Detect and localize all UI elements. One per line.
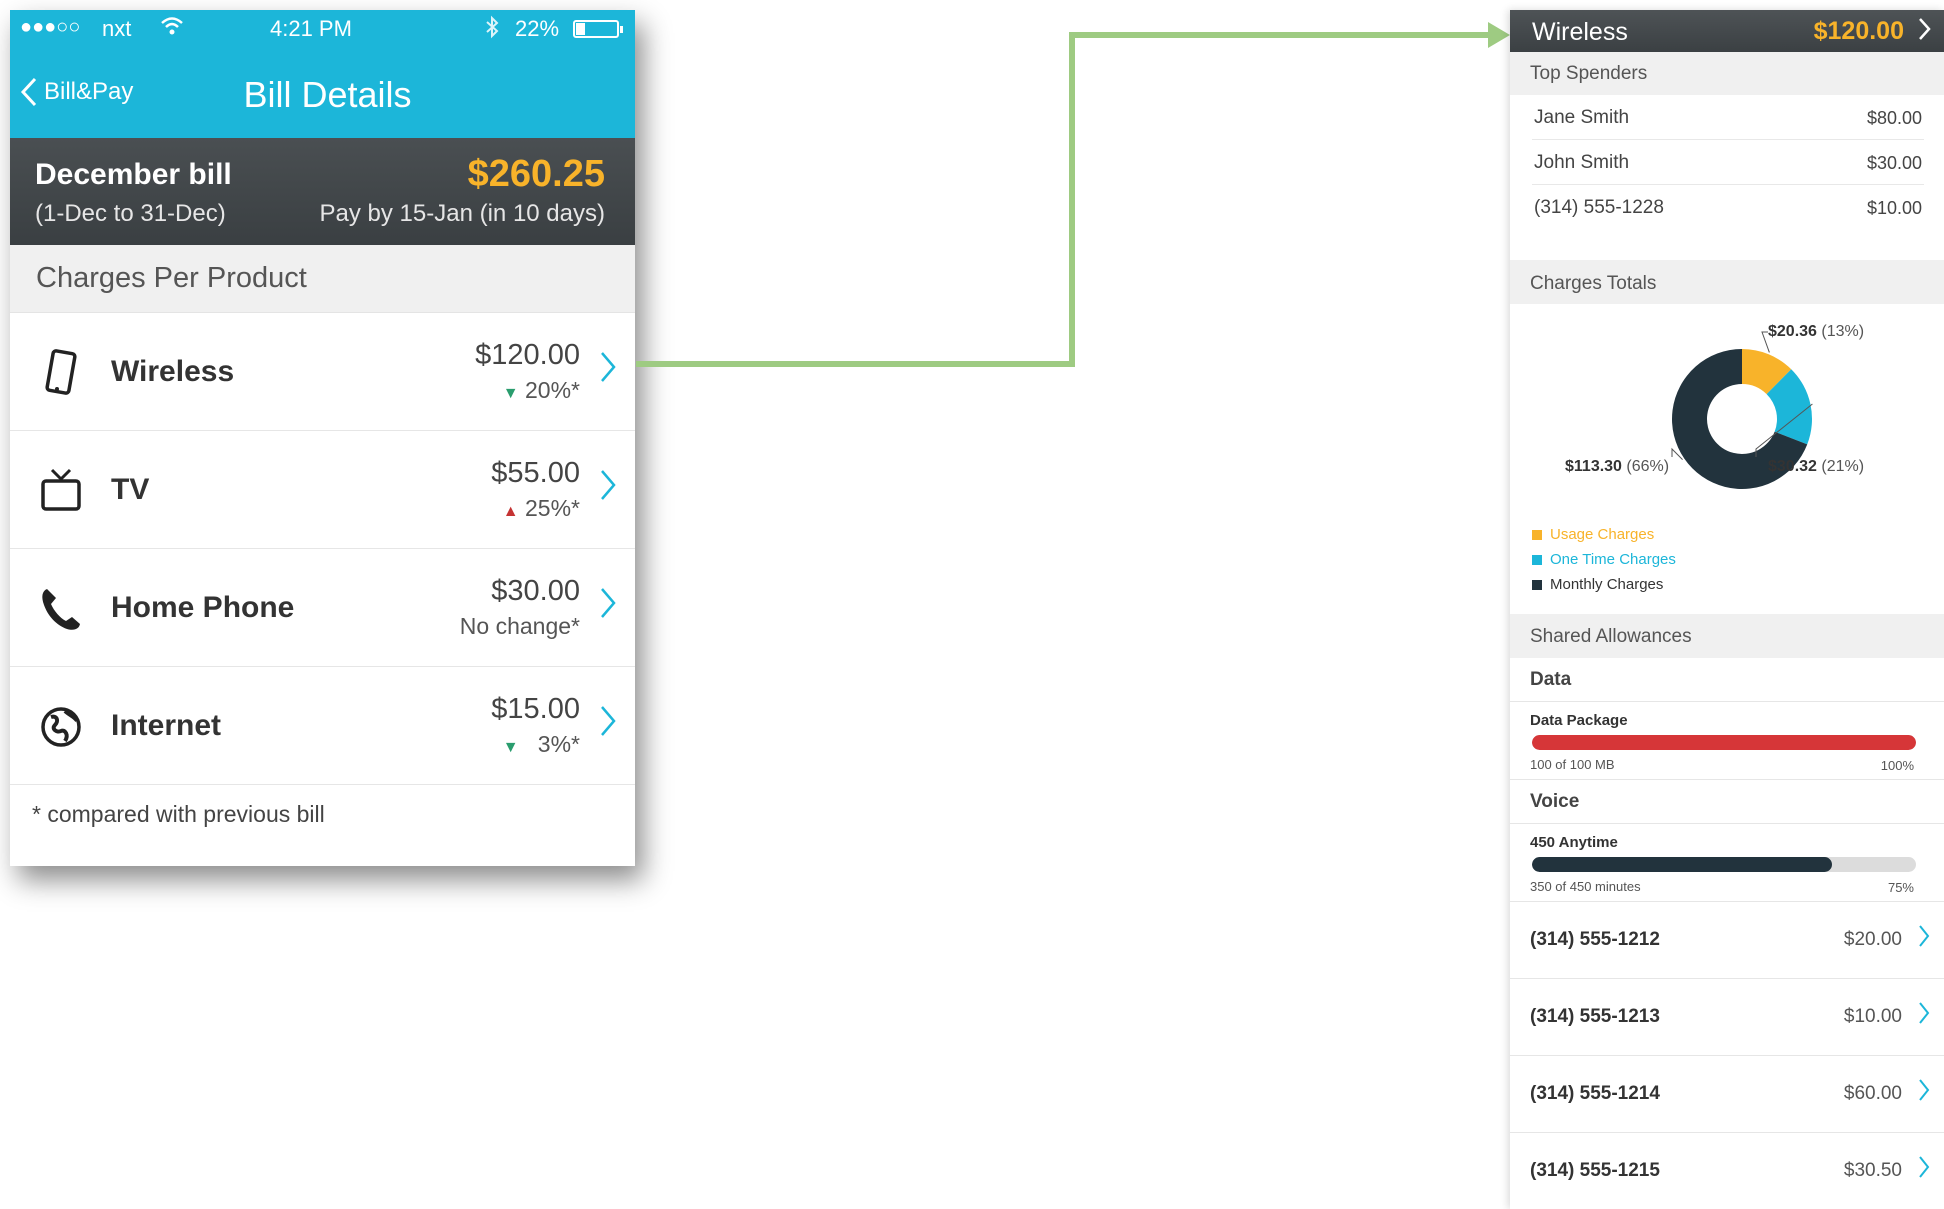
usage-progress-fill — [1532, 735, 1916, 750]
line-number: (314) 555-1214 — [1530, 1083, 1660, 1104]
spender-row: John Smith $30.00 — [1532, 140, 1924, 185]
legend-label: One Time Charges — [1550, 551, 1676, 568]
legend-item: One Time Charges — [1532, 547, 1676, 572]
allowance-name: Data Package — [1530, 712, 1628, 729]
line-amount: $60.00 — [1843, 1083, 1902, 1104]
spender-row: (314) 555-1228 $10.00 — [1532, 185, 1924, 230]
allowance-name: 450 Anytime — [1530, 834, 1618, 851]
allowance-usage: 350 of 450 minutes — [1530, 879, 1641, 894]
spender-name: John Smith — [1534, 152, 1630, 173]
wireless-detail-panel: Wireless $120.00 Top Spenders Jane Smith… — [1510, 10, 1944, 1209]
usage-progress-fill — [1532, 857, 1832, 872]
line-amount: $20.00 — [1843, 929, 1902, 950]
spender-name: Jane Smith — [1534, 107, 1630, 128]
arrow-head-icon — [1488, 22, 1510, 48]
voice-package-allowance: 450 Anytime 350 of 450 minutes 75% — [1510, 824, 1944, 902]
spender-amount: $80.00 — [1866, 108, 1922, 128]
line-number: (314) 555-1215 — [1530, 1160, 1660, 1181]
legend-item: Usage Charges — [1532, 522, 1676, 547]
phone-line-row[interactable]: (314) 555-1212 $20.00 — [1510, 902, 1944, 979]
legend-swatch — [1532, 579, 1542, 590]
spender-row: Jane Smith $80.00 — [1532, 95, 1924, 140]
chevron-right-icon — [1918, 923, 1930, 956]
slice-label: $30.32 (21%) — [1768, 458, 1864, 475]
top-spenders-header: Top Spenders — [1510, 52, 1944, 95]
phone-line-row[interactable]: (314) 555-1215 $30.50 — [1510, 1133, 1944, 1209]
slice-label: $113.30 (66%) — [1565, 458, 1669, 475]
allowance-usage: 100 of 100 MB — [1530, 757, 1615, 772]
panel-title: Wireless — [1532, 18, 1628, 46]
legend-swatch — [1532, 529, 1542, 540]
usage-progress-bar — [1532, 735, 1916, 750]
wireless-header[interactable]: Wireless $120.00 — [1510, 10, 1944, 52]
chevron-right-icon — [1918, 1000, 1930, 1033]
charges-totals-chart: $20.36 (13%) $30.32 (21%) $113.30 (66%) Us… — [1510, 304, 1944, 614]
slice-label: $20.36 (13%) — [1768, 323, 1864, 340]
spender-amount: $10.00 — [1866, 198, 1922, 218]
data-allowance-title: Data — [1510, 658, 1944, 702]
chevron-right-icon — [1918, 1154, 1930, 1187]
legend-label: Monthly Charges — [1550, 576, 1664, 593]
chart-legend: Usage Charges One Time Charges Monthly C… — [1532, 522, 1676, 597]
panel-amount: $120.00 — [1813, 17, 1904, 45]
phone-line-row[interactable]: (314) 555-1214 $60.00 — [1510, 1056, 1944, 1133]
phone-line-row[interactable]: (314) 555-1213 $10.00 — [1510, 979, 1944, 1056]
allowance-percent: 100% — [1880, 758, 1914, 773]
legend-label: Usage Charges — [1550, 526, 1655, 543]
charges-totals-header: Charges Totals — [1510, 260, 1944, 304]
legend-item: Monthly Charges — [1532, 572, 1676, 597]
spender-name: (314) 555-1228 — [1534, 197, 1664, 218]
legend-swatch — [1532, 554, 1542, 565]
usage-progress-bar — [1532, 857, 1916, 872]
line-amount: $30.50 — [1843, 1160, 1902, 1181]
line-amount: $10.00 — [1843, 1006, 1902, 1027]
shared-allowances-header: Shared Allowances — [1510, 614, 1944, 658]
donut-chart: $20.36 (13%) $30.32 (21%) $113.30 (66%) — [1565, 323, 1864, 489]
chevron-right-icon — [1918, 14, 1932, 51]
spender-amount: $30.00 — [1866, 153, 1922, 173]
data-package-allowance: Data Package 100 of 100 MB 100% — [1510, 702, 1944, 780]
chevron-right-icon — [1918, 1077, 1930, 1110]
line-number: (314) 555-1213 — [1530, 1006, 1660, 1027]
voice-allowance-title: Voice — [1510, 780, 1944, 824]
line-number: (314) 555-1212 — [1530, 929, 1660, 950]
allowance-percent: 75% — [1887, 880, 1914, 895]
